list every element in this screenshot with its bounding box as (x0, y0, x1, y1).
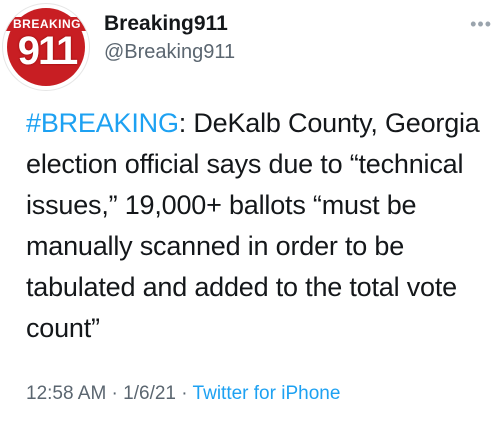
meta-separator: · (106, 383, 124, 404)
tweet-source-link[interactable]: Twitter for iPhone (193, 383, 341, 404)
avatar[interactable]: BREAKING 911 (2, 3, 90, 91)
meta-separator: · (176, 383, 193, 404)
avatar-number: 911 (17, 29, 79, 73)
hashtag-link[interactable]: #BREAKING (26, 108, 179, 138)
tweet-text: #BREAKING: DeKalb County, Georgia electi… (26, 103, 494, 349)
tweet-body: : DeKalb County, Georgia election offici… (26, 108, 480, 343)
tweet-card: BREAKING 911 Breaking911 @Breaking911 ••… (0, 0, 500, 423)
user-handle[interactable]: @Breaking911 (104, 41, 235, 64)
tweet-time[interactable]: 12:58 AM (26, 383, 106, 404)
user-display-name[interactable]: Breaking911 (104, 12, 228, 36)
tweet-date[interactable]: 1/6/21 (123, 383, 176, 404)
more-horizontal-icon[interactable]: ••• (470, 14, 492, 35)
tweet-meta: 12:58 AM · 1/6/21 · Twitter for iPhone (26, 383, 340, 405)
